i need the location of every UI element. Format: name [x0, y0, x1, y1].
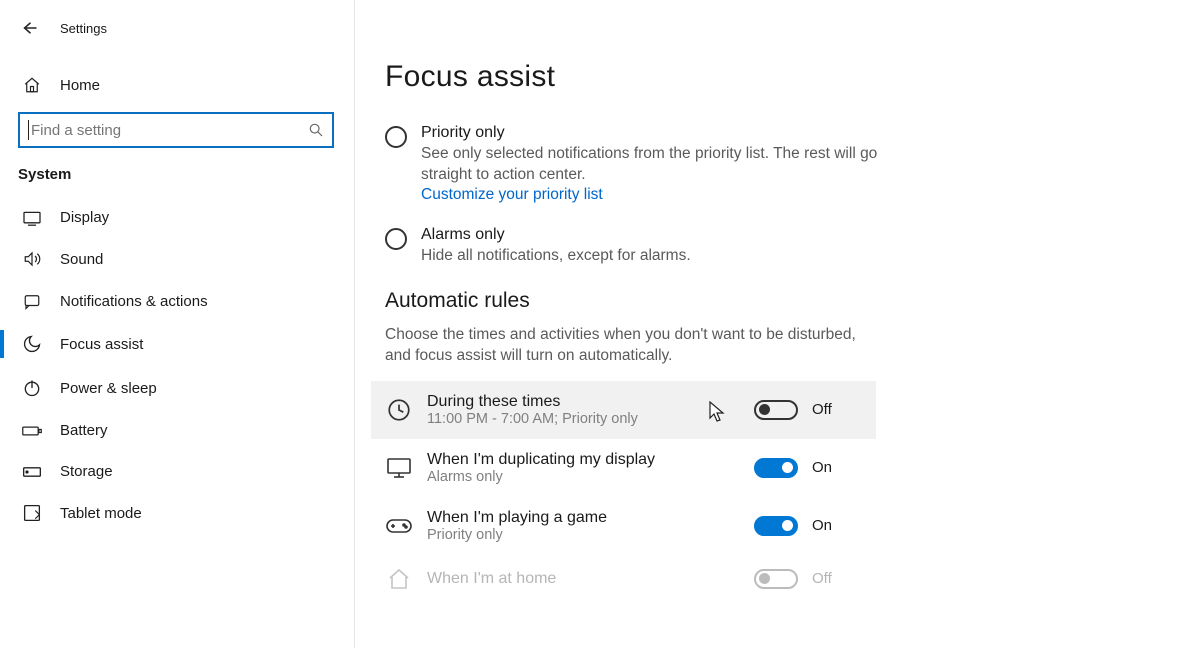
sidebar-item-label: Display: [60, 209, 109, 226]
search-field[interactable]: [31, 122, 308, 139]
sidebar-item-notifications[interactable]: Notifications & actions: [0, 280, 354, 322]
home-rule-icon: [385, 567, 413, 591]
sidebar-item-label: Notifications & actions: [60, 293, 208, 310]
rule-title: When I'm playing a game: [427, 509, 740, 527]
toggle-state-label: On: [812, 459, 832, 476]
rule-during-these-times[interactable]: During these times 11:00 PM - 7:00 AM; P…: [371, 381, 876, 439]
radio-circle-icon: [385, 126, 407, 148]
search-icon: [308, 122, 324, 138]
sidebar-item-power-sleep[interactable]: Power & sleep: [0, 366, 354, 410]
home-icon: [22, 76, 42, 94]
rule-detail: 11:00 PM - 7:00 AM; Priority only: [427, 411, 740, 427]
sidebar-item-label: Tablet mode: [60, 505, 142, 522]
radio-title: Priority only: [421, 124, 905, 142]
sidebar-home-label: Home: [60, 77, 100, 94]
rule-title: When I'm at home: [427, 570, 740, 588]
rule-detail: Priority only: [427, 527, 740, 543]
notifications-icon: [22, 292, 42, 310]
page-title: Focus assist: [385, 60, 1200, 94]
clock-icon: [385, 397, 413, 423]
power-icon: [22, 378, 42, 398]
rule-toggle[interactable]: [754, 569, 798, 589]
sidebar-section-label: System: [0, 166, 354, 183]
sidebar-home[interactable]: Home: [0, 68, 354, 102]
battery-icon: [22, 424, 42, 438]
back-button[interactable]: [20, 19, 38, 37]
tablet-icon: [22, 504, 42, 522]
search-input[interactable]: [18, 112, 334, 148]
radio-priority-only[interactable]: Priority only See only selected notifica…: [385, 124, 905, 204]
radio-title: Alarms only: [421, 226, 691, 244]
automatic-rules-header: Automatic rules: [385, 289, 1200, 313]
toggle-state-label: On: [812, 517, 832, 534]
radio-alarms-only[interactable]: Alarms only Hide all notifications, exce…: [385, 226, 905, 267]
rule-title: When I'm duplicating my display: [427, 451, 740, 469]
sidebar-item-tablet-mode[interactable]: Tablet mode: [0, 492, 354, 534]
sidebar-item-label: Focus assist: [60, 336, 143, 353]
radio-circle-icon: [385, 228, 407, 250]
rule-detail: Alarms only: [427, 469, 740, 485]
sidebar-item-label: Storage: [60, 463, 113, 480]
sidebar-nav: Display Sound Notifications & actions Fo…: [0, 197, 354, 534]
rule-toggle[interactable]: [754, 516, 798, 536]
toggle-state-label: Off: [812, 401, 832, 418]
sidebar-item-label: Power & sleep: [60, 380, 157, 397]
sidebar-item-display[interactable]: Display: [0, 197, 354, 238]
radio-desc: Hide all notifications, except for alarm…: [421, 246, 691, 267]
rule-title: During these times: [427, 393, 740, 411]
sidebar-item-sound[interactable]: Sound: [0, 238, 354, 280]
rule-duplicating-display[interactable]: When I'm duplicating my display Alarms o…: [371, 439, 876, 497]
sidebar: Settings Home System: [0, 0, 355, 648]
customize-priority-link[interactable]: Customize your priority list: [421, 186, 905, 204]
sidebar-item-label: Sound: [60, 251, 103, 268]
sound-icon: [22, 250, 42, 268]
main-panel: Focus assist Priority only See only sele…: [355, 0, 1200, 648]
sidebar-item-storage[interactable]: Storage: [0, 451, 354, 492]
sidebar-item-focus-assist[interactable]: Focus assist: [0, 322, 354, 366]
automatic-rules-desc: Choose the times and activities when you…: [385, 325, 885, 367]
monitor-icon: [385, 457, 413, 479]
sidebar-item-battery[interactable]: Battery: [0, 410, 354, 451]
display-icon: [22, 210, 42, 226]
automatic-rules-list: During these times 11:00 PM - 7:00 AM; P…: [371, 381, 876, 603]
radio-desc: See only selected notifications from the…: [421, 144, 905, 186]
toggle-state-label: Off: [812, 570, 832, 587]
text-caret: [28, 120, 29, 140]
rule-at-home[interactable]: When I'm at home Off: [371, 555, 876, 603]
gamepad-icon: [385, 516, 413, 536]
rule-playing-game[interactable]: When I'm playing a game Priority only On: [371, 497, 876, 555]
focus-assist-icon: [22, 334, 42, 354]
rule-toggle[interactable]: [754, 400, 798, 420]
window-title: Settings: [60, 21, 107, 36]
storage-icon: [22, 464, 42, 480]
sidebar-item-label: Battery: [60, 422, 108, 439]
rule-toggle[interactable]: [754, 458, 798, 478]
titlebar: Settings: [0, 12, 354, 44]
